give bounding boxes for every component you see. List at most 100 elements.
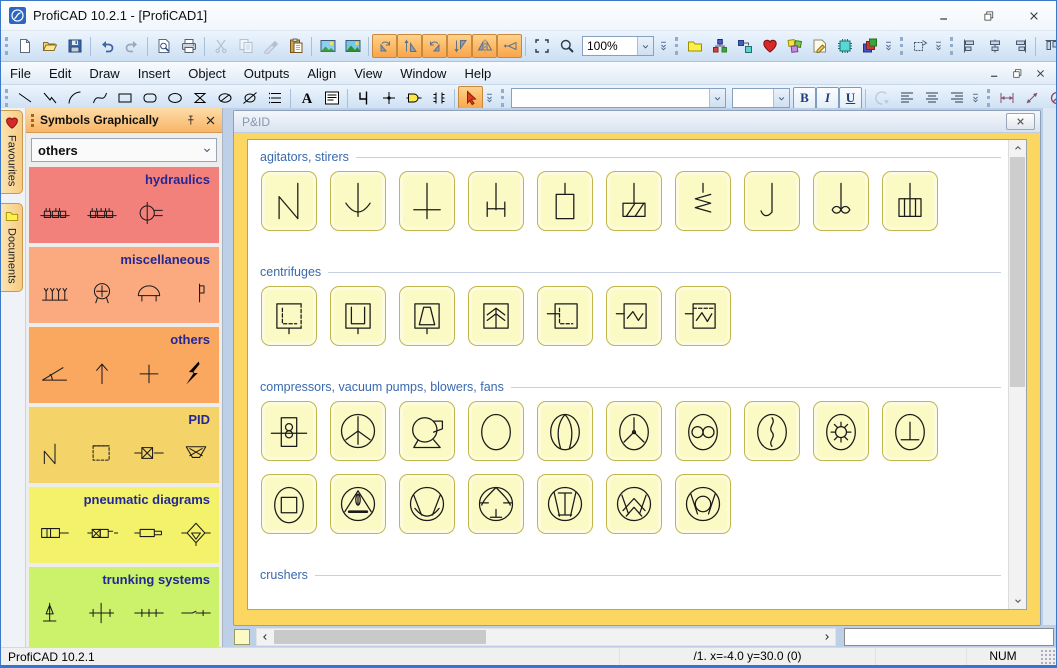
- line-ticks-symbol[interactable]: [133, 600, 165, 626]
- centrifuge-chevron-tile[interactable]: [468, 286, 524, 346]
- agitator-paddle-tile[interactable]: [468, 171, 524, 231]
- insert-connection-button[interactable]: [351, 86, 376, 110]
- menu-align[interactable]: Align: [298, 62, 345, 84]
- open-folder-button[interactable]: [37, 34, 62, 58]
- draw-line-button[interactable]: [12, 86, 37, 110]
- agitator-propeller-small-tile[interactable]: [813, 171, 869, 231]
- text-align-center-button[interactable]: [919, 86, 944, 110]
- diamond-valve-symbol[interactable]: [180, 520, 212, 546]
- draw-bezier-button[interactable]: [87, 86, 112, 110]
- rotate-left-button[interactable]: [372, 34, 397, 58]
- scroll-up-arrow[interactable]: [1009, 140, 1026, 156]
- agitator-anchor-tile[interactable]: [330, 171, 386, 231]
- plus-symbol[interactable]: [133, 360, 165, 386]
- close-panel-button[interactable]: [202, 112, 219, 129]
- menu-window[interactable]: Window: [391, 62, 455, 84]
- hydraulic-assembly-1-symbol[interactable]: [39, 200, 71, 226]
- docked-input-box[interactable]: [844, 628, 1054, 646]
- liquid-ring-tile[interactable]: [744, 401, 800, 461]
- compressor-rect-rotor-tile[interactable]: [261, 401, 317, 461]
- draw-ellipse-button[interactable]: [162, 86, 187, 110]
- text-align-right-button[interactable]: [944, 86, 969, 110]
- integrated-circuit-button[interactable]: [832, 34, 857, 58]
- draw-arc-button[interactable]: [62, 86, 87, 110]
- side-tab-favourites[interactable]: Favourites: [1, 110, 23, 195]
- agitator-zigzag-small-symbol[interactable]: [39, 440, 71, 466]
- pin-panel-button[interactable]: [182, 112, 199, 129]
- insert-point-button[interactable]: [376, 86, 401, 110]
- insert-picture-button[interactable]: [340, 34, 365, 58]
- inline-valve-symbol[interactable]: [133, 440, 165, 466]
- toolbar-grip[interactable]: [5, 37, 8, 55]
- blower-housing-tile[interactable]: [399, 401, 455, 461]
- align-top-button[interactable]: [1039, 34, 1056, 58]
- toolbar-overflow-chevron[interactable]: [969, 87, 982, 109]
- horizontal-scroll-thumb[interactable]: [274, 630, 486, 644]
- toolbar-grip[interactable]: [5, 89, 8, 107]
- dome-cover-symbol[interactable]: [133, 280, 165, 306]
- bold-button[interactable]: B: [793, 87, 816, 109]
- maximize-button[interactable]: [966, 1, 1011, 30]
- draw-ellipse-slash-button[interactable]: [212, 86, 237, 110]
- zoom-area-button[interactable]: [529, 34, 554, 58]
- centrifuge-zigzag-dashed-tile[interactable]: [675, 286, 731, 346]
- edit-symbol-button[interactable]: [807, 34, 832, 58]
- horizontal-scrollbar[interactable]: [256, 628, 836, 646]
- hydraulic-pump-symbol[interactable]: [133, 200, 165, 226]
- menu-object[interactable]: Object: [179, 62, 235, 84]
- menu-file[interactable]: File: [1, 62, 40, 84]
- cylinder-small-symbol[interactable]: [133, 520, 165, 546]
- print-preview-button[interactable]: [151, 34, 176, 58]
- centrifuge-side-dashed-tile[interactable]: [537, 286, 593, 346]
- dimension-linear-button[interactable]: [994, 86, 1019, 110]
- vertical-scroll-thumb[interactable]: [1010, 157, 1025, 387]
- mdi-right-scroll-strip[interactable]: [1042, 108, 1056, 625]
- minimize-button[interactable]: [921, 1, 966, 30]
- font-size-select[interactable]: [732, 88, 790, 108]
- centrifuge-basket-tile[interactable]: [330, 286, 386, 346]
- draw-circle-slash-button[interactable]: [237, 86, 262, 110]
- toolbar-overflow-chevron[interactable]: [882, 35, 895, 57]
- dropdown-arrow-icon[interactable]: [773, 89, 789, 107]
- line-ticks-break-symbol[interactable]: [180, 600, 212, 626]
- agitator-helix-tile[interactable]: [675, 171, 731, 231]
- earthing-device-symbol[interactable]: [86, 280, 118, 306]
- toolbar-overflow-chevron[interactable]: [483, 87, 496, 109]
- toolbar-overflow-chevron[interactable]: [657, 35, 670, 57]
- fan-propeller-bar-tile[interactable]: [330, 474, 386, 534]
- valve-assembly-symbol[interactable]: [86, 520, 118, 546]
- toolbar-grip[interactable]: [675, 37, 678, 55]
- pointer-select-button[interactable]: [458, 86, 483, 110]
- menu-view[interactable]: View: [345, 62, 391, 84]
- fun​nel-x-symbol[interactable]: [180, 440, 212, 466]
- text-align-left-button[interactable]: [894, 86, 919, 110]
- zoom-select[interactable]: 100%: [582, 36, 654, 56]
- pump-anchor-tile[interactable]: [468, 474, 524, 534]
- insert-text-button[interactable]: A: [294, 86, 319, 110]
- menu-insert[interactable]: Insert: [129, 62, 180, 84]
- underline-button[interactable]: U: [839, 87, 862, 109]
- italic-button[interactable]: I: [816, 87, 839, 109]
- hydraulic-assembly-2-symbol[interactable]: [86, 200, 118, 226]
- agitator-hatched-tile[interactable]: [606, 171, 662, 231]
- align-right-button[interactable]: [1007, 34, 1032, 58]
- font-family-select[interactable]: [511, 88, 726, 108]
- insert-gate-button[interactable]: [401, 86, 426, 110]
- document-vertical-scrollbar[interactable]: [1008, 140, 1026, 609]
- rotate-right-button[interactable]: [422, 34, 447, 58]
- toolbar-grip[interactable]: [501, 89, 504, 107]
- centrifuge-cone-tile[interactable]: [399, 286, 455, 346]
- menu-edit[interactable]: Edit: [40, 62, 80, 84]
- resize-grip[interactable]: [1039, 648, 1056, 665]
- draw-rounded-rectangle-button[interactable]: [137, 86, 162, 110]
- fan-curved-blades-tile[interactable]: [537, 401, 593, 461]
- document-titlebar[interactable]: P&ID: [234, 111, 1040, 133]
- draw-rectangle-button[interactable]: [112, 86, 137, 110]
- dropdown-arrow-icon[interactable]: [637, 37, 653, 55]
- dropdown-arrow-icon[interactable]: [709, 89, 725, 107]
- mdi-close-button[interactable]: [1030, 65, 1051, 81]
- insert-text-block-button[interactable]: [319, 86, 344, 110]
- mdi-restore-button[interactable]: [1007, 65, 1028, 81]
- save-button[interactable]: [62, 34, 87, 58]
- insert-symbol-button[interactable]: [732, 34, 757, 58]
